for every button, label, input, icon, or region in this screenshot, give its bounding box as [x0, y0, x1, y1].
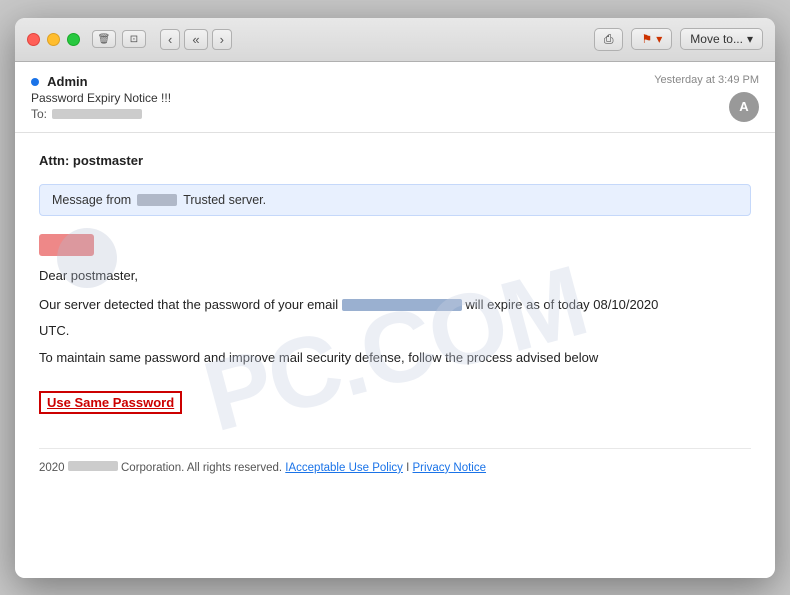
attn-line: Attn: postmaster: [39, 153, 751, 168]
archive-icon: ⊡: [130, 34, 138, 45]
recipient-redacted: [52, 109, 142, 119]
sender-name: Admin: [31, 74, 171, 89]
server-message-suffix: Trusted server.: [183, 193, 266, 207]
moveto-label: Move to...: [690, 32, 743, 46]
back-button[interactable]: ‹: [160, 29, 180, 50]
acceptable-use-policy-link[interactable]: IAcceptable Use Policy: [285, 462, 403, 474]
mail-window: 🗑 ⊡ ‹ « › ⎙ ⚑ ▾: [15, 18, 775, 578]
trash-button[interactable]: 🗑: [92, 30, 116, 48]
dear-line: Dear postmaster,: [39, 268, 751, 283]
moveto-dropdown-icon: ▾: [747, 32, 753, 46]
body-line1-prefix: Our server detected that the password of…: [39, 297, 338, 312]
company-name-redacted: [68, 461, 118, 471]
titlebar: 🗑 ⊡ ‹ « › ⎙ ⚑ ▾: [15, 18, 775, 62]
maximize-button[interactable]: [67, 33, 80, 46]
email-body: PC.COM Attn: postmaster Message from Tru…: [15, 133, 775, 578]
sender-dot: [31, 78, 39, 86]
message-actions: 🗑 ⊡: [92, 30, 146, 48]
avatar: A: [729, 92, 759, 122]
body-paragraph-2: UTC.: [39, 321, 751, 342]
traffic-lights: [27, 33, 80, 46]
nav-buttons: ‹ « ›: [160, 29, 232, 50]
flag-button[interactable]: ⚑ ▾: [631, 28, 672, 50]
footer-rights: Corporation. All rights reserved.: [121, 462, 282, 474]
print-icon: ⎙: [604, 32, 614, 47]
server-name-redacted: [137, 194, 177, 206]
email-subject: Password Expiry Notice !!!: [31, 91, 171, 105]
forward-button[interactable]: ›: [212, 29, 232, 50]
forward-icon: ›: [220, 32, 224, 47]
email-address-redacted: [342, 299, 462, 311]
print-button[interactable]: ⎙: [594, 28, 624, 51]
close-button[interactable]: [27, 33, 40, 46]
body-paragraph-1: Our server detected that the password of…: [39, 295, 751, 316]
email-header: Admin Password Expiry Notice !!! To: Yes…: [15, 62, 775, 133]
back-double-button[interactable]: «: [184, 29, 207, 50]
footer: 2020 Corporation. All rights reserved. I…: [39, 448, 751, 474]
titlebar-right: ⎙ ⚑ ▾ Move to... ▾: [594, 28, 763, 51]
footer-year: 2020: [39, 462, 65, 474]
server-message-prefix: Message from: [52, 193, 131, 207]
footer-separator: I: [406, 462, 409, 474]
body-line1-suffix: will expire as of today 08/10/2020: [465, 297, 658, 312]
back-double-icon: «: [192, 32, 199, 47]
email-header-left: Admin Password Expiry Notice !!! To:: [31, 74, 171, 121]
email-header-right: Yesterday at 3:49 PM A: [654, 74, 759, 122]
archive-button[interactable]: ⊡: [122, 30, 146, 48]
email-timestamp: Yesterday at 3:49 PM: [654, 74, 759, 86]
trash-icon: 🗑: [98, 34, 111, 45]
decorative-blob: [57, 228, 117, 288]
body-paragraph-3: To maintain same password and improve ma…: [39, 348, 751, 369]
use-same-password-link[interactable]: Use Same Password: [39, 391, 182, 414]
flag-icon: ⚑: [641, 32, 652, 46]
flag-dropdown-icon: ▾: [656, 32, 662, 46]
moveto-button[interactable]: Move to... ▾: [680, 28, 763, 50]
email-to: To:: [31, 107, 171, 121]
back-icon: ‹: [168, 32, 172, 47]
minimize-button[interactable]: [47, 33, 60, 46]
server-message-box: Message from Trusted server.: [39, 184, 751, 216]
privacy-notice-link[interactable]: Privacy Notice: [413, 462, 487, 474]
